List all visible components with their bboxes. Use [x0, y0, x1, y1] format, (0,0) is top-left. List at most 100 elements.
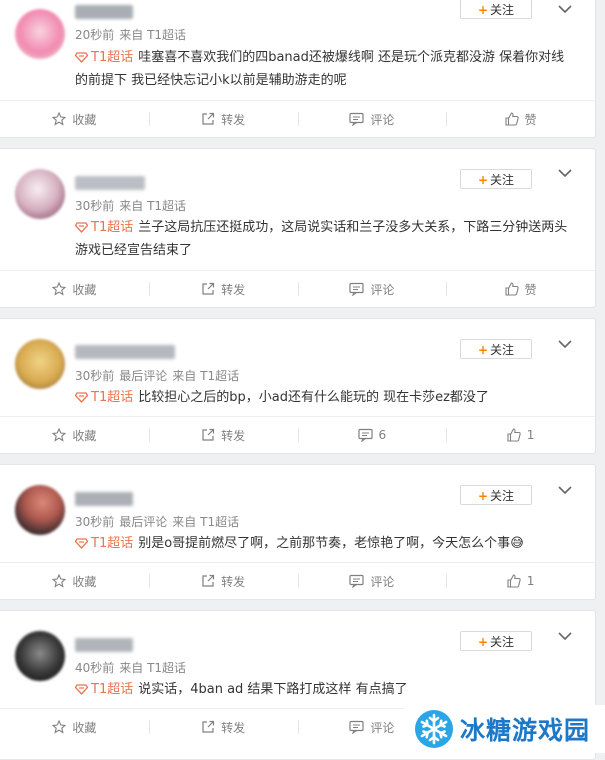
action-bar: 收藏 转发 评论 赞	[0, 270, 595, 307]
user-avatar[interactable]	[15, 485, 65, 535]
like-button[interactable]: 赞	[446, 101, 595, 137]
thumbs-up-icon	[505, 112, 519, 126]
post-content: T1超话 哇塞喜不喜欢我们的四banad还被爆线啊 还是玩个派克都没游 保着你对线…	[74, 46, 577, 92]
comment-button[interactable]: 评论	[297, 563, 447, 599]
share-icon	[202, 112, 215, 125]
username-blurred[interactable]	[75, 176, 145, 190]
post-meta: 40秒前 来自 T1超话	[75, 659, 191, 676]
follow-button[interactable]: + 关注	[460, 339, 532, 359]
star-icon	[52, 574, 67, 588]
post-time[interactable]: 30秒前	[75, 515, 114, 529]
chevron-down-icon[interactable]	[557, 3, 573, 15]
repost-button[interactable]: 转发	[148, 417, 298, 453]
post-time[interactable]: 20秒前	[75, 28, 114, 42]
post-time[interactable]: 40秒前	[75, 661, 114, 675]
comment-button[interactable]: 6	[297, 417, 447, 453]
super-topic-icon	[74, 52, 89, 63]
watermark-text: 冰糖游戏园	[460, 716, 591, 745]
action-bar: 收藏 转发 6 1	[0, 416, 595, 453]
action-bar: 收藏 转发 评论 赞	[0, 100, 595, 137]
user-avatar[interactable]	[15, 631, 65, 681]
plus-icon: +	[477, 489, 489, 503]
topic-tag[interactable]: T1超话	[74, 390, 133, 405]
user-avatar[interactable]	[15, 339, 65, 389]
favorite-button[interactable]: 收藏	[0, 101, 149, 137]
favorite-button[interactable]: 收藏	[0, 417, 149, 453]
like-count: 1	[526, 574, 535, 588]
star-icon	[52, 720, 67, 734]
repost-button[interactable]: 转发	[148, 101, 298, 137]
like-button[interactable]: 1	[446, 417, 595, 453]
plus-icon: +	[477, 343, 489, 357]
comment-icon	[357, 428, 373, 442]
post-time[interactable]: 30秒前	[75, 199, 114, 213]
follow-label: 关注	[490, 173, 515, 187]
topic-tag[interactable]: T1超话	[74, 536, 133, 551]
follow-label: 关注	[490, 489, 515, 503]
post-source[interactable]: 来自 T1超话	[119, 28, 186, 42]
thumbs-up-icon	[507, 428, 521, 442]
follow-button[interactable]: + 关注	[460, 0, 532, 19]
favorite-button[interactable]: 收藏	[0, 271, 149, 307]
topic-tag[interactable]: T1超话	[74, 682, 133, 697]
chevron-down-icon[interactable]	[557, 630, 573, 642]
repost-button[interactable]: 转发	[148, 271, 298, 307]
post-content: T1超话 兰子这局抗压还挺成功，这局说实话和兰子没多大关系，下路三分钟送两头游戏已…	[74, 216, 577, 262]
weibo-feed: 20秒前 来自 T1超话 + 关注 T1超话 哇塞喜不喜欢我们的四banad还被爆线啊…	[0, 0, 605, 760]
star-icon	[52, 112, 67, 126]
post-meta: 30秒前 来自 T1超话	[75, 197, 191, 214]
super-topic-icon	[74, 392, 89, 403]
comment-icon	[349, 112, 364, 126]
post-text: 兰子这局抗压还挺成功，这局说实话和兰子没多大关系，下路三分钟送两头游戏已经宣告结…	[75, 220, 568, 258]
topic-tag[interactable]: T1超话	[74, 50, 133, 65]
chevron-down-icon[interactable]	[557, 338, 573, 350]
post-card: 30秒前 最后评论 来自 T1超话 + 关注 T1超话 比较担心之后的bp，小ad还有什…	[0, 318, 596, 454]
post-source[interactable]: 来自 T1超话	[172, 515, 239, 529]
post-source[interactable]: 来自 T1超话	[119, 661, 186, 675]
follow-label: 关注	[490, 635, 515, 649]
user-avatar[interactable]	[15, 169, 65, 219]
super-topic-icon	[74, 538, 89, 549]
post-meta: 30秒前 最后评论 来自 T1超话	[75, 367, 244, 384]
share-icon	[202, 282, 215, 295]
post-source[interactable]: 来自 T1超话	[119, 199, 186, 213]
favorite-button[interactable]: 收藏	[0, 563, 149, 599]
follow-button[interactable]: + 关注	[460, 485, 532, 505]
post-card: 30秒前 来自 T1超话 + 关注 T1超话 兰子这局抗压还挺成功，这局说实话和兰子没…	[0, 148, 596, 308]
comment-icon	[349, 574, 364, 588]
chevron-down-icon[interactable]	[557, 167, 573, 179]
user-avatar[interactable]	[15, 9, 65, 59]
post-text: 说实话，4ban ad 结果下路打成这样 有点搞了	[138, 682, 408, 697]
repost-button[interactable]: 转发	[148, 563, 298, 599]
like-button[interactable]: 赞	[446, 271, 595, 307]
super-topic-icon	[74, 222, 89, 233]
comment-button[interactable]: 评论	[297, 101, 447, 137]
follow-label: 关注	[490, 343, 515, 357]
share-icon	[202, 720, 215, 733]
topic-tag[interactable]: T1超话	[74, 220, 133, 235]
sweat-smile-emoji: 😅	[510, 536, 524, 551]
comment-count: 6	[378, 428, 387, 442]
post-content: T1超话 说实话，4ban ad 结果下路打成这样 有点搞了	[74, 678, 577, 701]
username-blurred[interactable]	[75, 345, 175, 359]
chevron-down-icon[interactable]	[557, 484, 573, 496]
post-source[interactable]: 来自 T1超话	[172, 369, 239, 383]
username-blurred[interactable]	[75, 5, 133, 19]
post-time[interactable]: 30秒前	[75, 369, 114, 383]
post-text: 哇塞喜不喜欢我们的四banad还被爆线啊 还是玩个派克都没游 保着你对线的前提下…	[75, 50, 565, 88]
star-icon	[52, 282, 67, 296]
action-bar: 收藏 转发 评论 1	[0, 562, 595, 599]
like-count: 1	[526, 428, 535, 442]
repost-button[interactable]: 转发	[148, 709, 298, 745]
post-content: T1超话 比较担心之后的bp，小ad还有什么能玩的 现在卡莎ez都没了	[74, 386, 577, 409]
comment-button[interactable]: 评论	[297, 271, 447, 307]
username-blurred[interactable]	[75, 638, 133, 652]
post-meta: 30秒前 最后评论 来自 T1超话	[75, 513, 244, 530]
snowflake-logo-icon	[415, 710, 453, 748]
thumbs-up-icon	[505, 282, 519, 296]
follow-button[interactable]: + 关注	[460, 631, 532, 651]
like-button[interactable]: 1	[446, 563, 595, 599]
follow-button[interactable]: + 关注	[460, 169, 532, 189]
username-blurred[interactable]	[75, 492, 133, 506]
favorite-button[interactable]: 收藏	[0, 709, 149, 745]
